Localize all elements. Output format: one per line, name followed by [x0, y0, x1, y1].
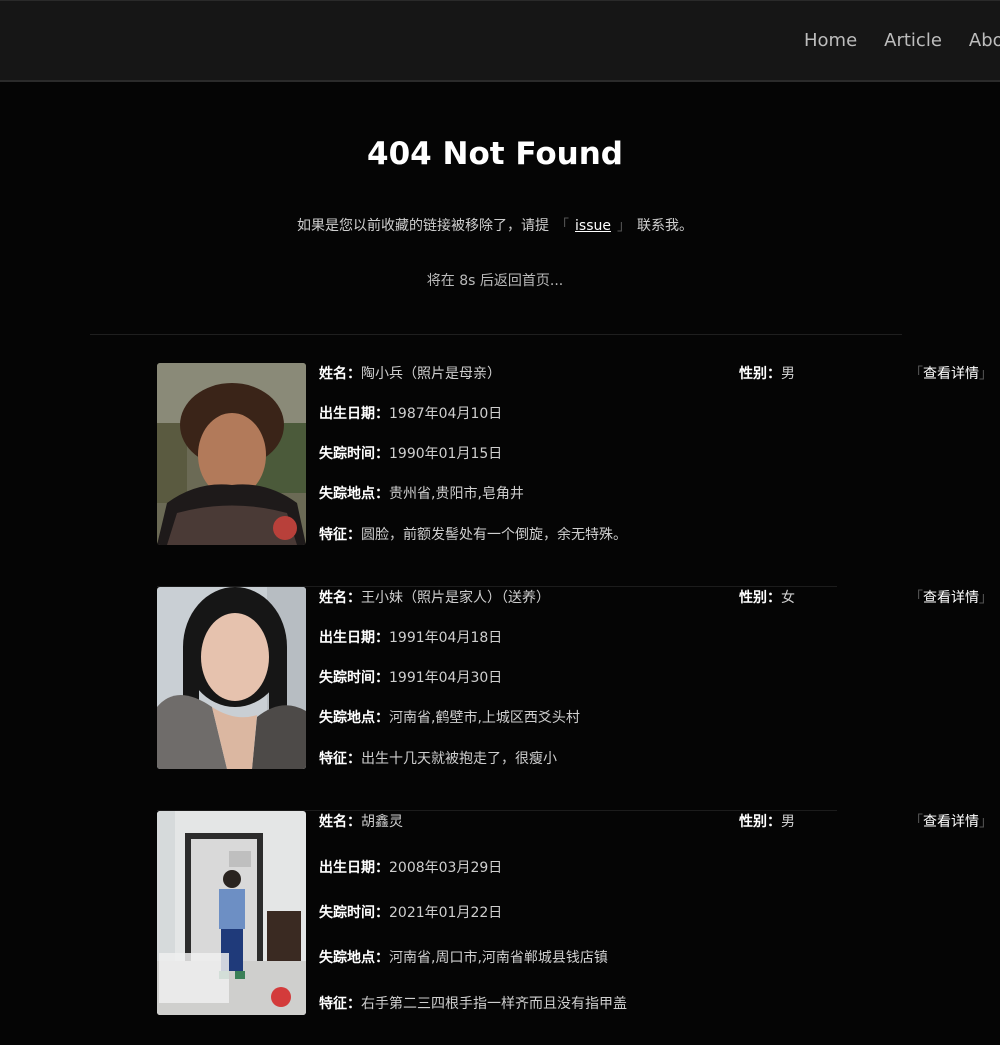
missing-person-list: 姓名：陶小兵（照片是母亲） 性别：男 「查看详情」 出生日期：1987年04月1… — [157, 363, 993, 1035]
redirect-countdown: 将在 8s 后返回首页... — [426, 273, 564, 289]
bracket-close: 」 — [616, 218, 631, 234]
view-detail-label: 查看详情 — [923, 366, 979, 382]
name-value: 王小妹（照片是家人）（送养） — [361, 590, 550, 606]
bracket-close: 」 — [979, 366, 993, 382]
person-photo[interactable] — [157, 587, 306, 769]
gender-row: 性别：男 — [739, 811, 795, 833]
name-label: 姓名： — [319, 814, 361, 830]
gender-row: 性别：女 — [739, 587, 795, 609]
missing-time-value: 1991年04月30日 — [389, 670, 503, 686]
name-row: 姓名：胡鑫灵 — [319, 811, 403, 833]
bracket-open: 「 — [909, 814, 923, 830]
issue-link[interactable]: issue — [575, 218, 611, 234]
gender-label: 性别： — [739, 814, 781, 830]
person-photo[interactable] — [157, 811, 306, 1015]
missing-place-row: 失踪地点：贵州省,贵阳市,皂角井 — [319, 483, 524, 505]
birth-label: 出生日期： — [319, 860, 389, 876]
feature-row: 特征：出生十几天就被抱走了，很瘦小 — [319, 748, 557, 770]
feature-value: 出生十几天就被抱走了，很瘦小 — [361, 751, 557, 767]
nav-about-link[interactable]: About — [969, 29, 1000, 53]
feature-label: 特征： — [319, 751, 361, 767]
bracket-close: 」 — [979, 590, 993, 606]
feature-row: 特征：右手第二三四根手指一样齐而且没有指甲盖 — [319, 993, 627, 1015]
feature-row: 特征：圆脸，前额发髻处有一个倒旋，余无特殊。 — [319, 524, 627, 546]
birth-row: 出生日期：1987年04月10日 — [319, 403, 502, 425]
missing-place-label: 失踪地点： — [319, 950, 389, 966]
person-card: 姓名：陶小兵（照片是母亲） 性别：男 「查看详情」 出生日期：1987年04月1… — [157, 363, 993, 587]
feature-label: 特征： — [319, 996, 361, 1012]
notice-after: 联系我。 — [636, 218, 693, 234]
view-detail-label: 查看详情 — [923, 814, 979, 830]
gender-value: 女 — [781, 590, 795, 606]
site-header: Home Article About — [0, 0, 1000, 82]
bracket-close: 」 — [979, 814, 993, 830]
missing-time-label: 失踪时间： — [319, 670, 389, 686]
missing-place-label: 失踪地点： — [319, 486, 389, 502]
birth-value: 1991年04月18日 — [389, 630, 503, 646]
view-detail-label: 查看详情 — [923, 590, 979, 606]
name-row: 姓名：陶小兵（照片是母亲） — [319, 363, 501, 385]
gender-row: 性别：男 — [739, 363, 795, 385]
birth-row: 出生日期：1991年04月18日 — [319, 627, 502, 649]
main-nav: Home Article About — [804, 29, 1000, 53]
missing-place-value: 河南省,鹤壁市,上城区西爻头村 — [389, 710, 580, 726]
gender-label: 性别： — [739, 590, 781, 606]
bracket-open: 「 — [909, 366, 923, 382]
gender-label: 性别： — [739, 366, 781, 382]
missing-time-row: 失踪时间：1991年04月30日 — [319, 667, 502, 689]
view-detail-link[interactable]: 「查看详情」 — [909, 587, 993, 609]
missing-place-value: 河南省,周口市,河南省郸城县钱店镇 — [389, 950, 608, 966]
bracket-open: 「 — [555, 218, 570, 234]
feature-value: 右手第二三四根手指一样齐而且没有指甲盖 — [361, 996, 627, 1012]
gender-value: 男 — [781, 366, 795, 382]
name-value: 陶小兵（照片是母亲） — [361, 366, 501, 382]
missing-time-value: 1990年01月15日 — [389, 446, 503, 462]
feature-value: 圆脸，前额发髻处有一个倒旋，余无特殊。 — [361, 527, 627, 543]
birth-row: 出生日期：2008年03月29日 — [319, 857, 502, 879]
feature-label: 特征： — [319, 527, 361, 543]
bracket-open: 「 — [909, 590, 923, 606]
missing-time-label: 失踪时间： — [319, 905, 389, 921]
name-value: 胡鑫灵 — [361, 814, 403, 830]
birth-label: 出生日期： — [319, 630, 389, 646]
missing-time-value: 2021年01月22日 — [389, 905, 503, 921]
gender-value: 男 — [781, 814, 795, 830]
nav-home-link[interactable]: Home — [804, 29, 857, 53]
view-detail-link[interactable]: 「查看详情」 — [909, 363, 993, 385]
nav-article-link[interactable]: Article — [884, 29, 942, 53]
missing-place-value: 贵州省,贵阳市,皂角井 — [389, 486, 524, 502]
birth-value: 2008年03月29日 — [389, 860, 503, 876]
person-card: 姓名：王小妹（照片是家人）（送养） 性别：女 「查看详情」 出生日期：1991年… — [157, 587, 993, 811]
notice-before: 如果是您以前收藏的链接被移除了，请提 — [297, 218, 550, 234]
notice-text: 如果是您以前收藏的链接被移除了，请提「 issue 」联系我。 — [0, 215, 990, 237]
birth-value: 1987年04月10日 — [389, 406, 503, 422]
person-card: 姓名：胡鑫灵 性别：男 「查看详情」 出生日期：2008年03月29日 失踪时间… — [157, 811, 993, 1035]
birth-label: 出生日期： — [319, 406, 389, 422]
missing-time-row: 失踪时间：1990年01月15日 — [319, 443, 502, 465]
missing-place-row: 失踪地点：河南省,周口市,河南省郸城县钱店镇 — [319, 947, 608, 969]
main-content: 404 Not Found 如果是您以前收藏的链接被移除了，请提「issue」联… — [0, 82, 1000, 1045]
missing-time-row: 失踪时间：2021年01月22日 — [319, 902, 502, 924]
view-detail-link[interactable]: 「查看详情」 — [909, 811, 993, 833]
missing-time-label: 失踪时间： — [319, 446, 389, 462]
missing-place-label: 失踪地点： — [319, 710, 389, 726]
page-title: 404 Not Found — [367, 136, 623, 172]
name-label: 姓名： — [319, 590, 361, 606]
person-photo[interactable] — [157, 363, 306, 545]
name-label: 姓名： — [319, 366, 361, 382]
section-divider — [90, 334, 902, 335]
name-row: 姓名：王小妹（照片是家人）（送养） — [319, 587, 550, 609]
missing-place-row: 失踪地点：河南省,鹤壁市,上城区西爻头村 — [319, 707, 580, 729]
